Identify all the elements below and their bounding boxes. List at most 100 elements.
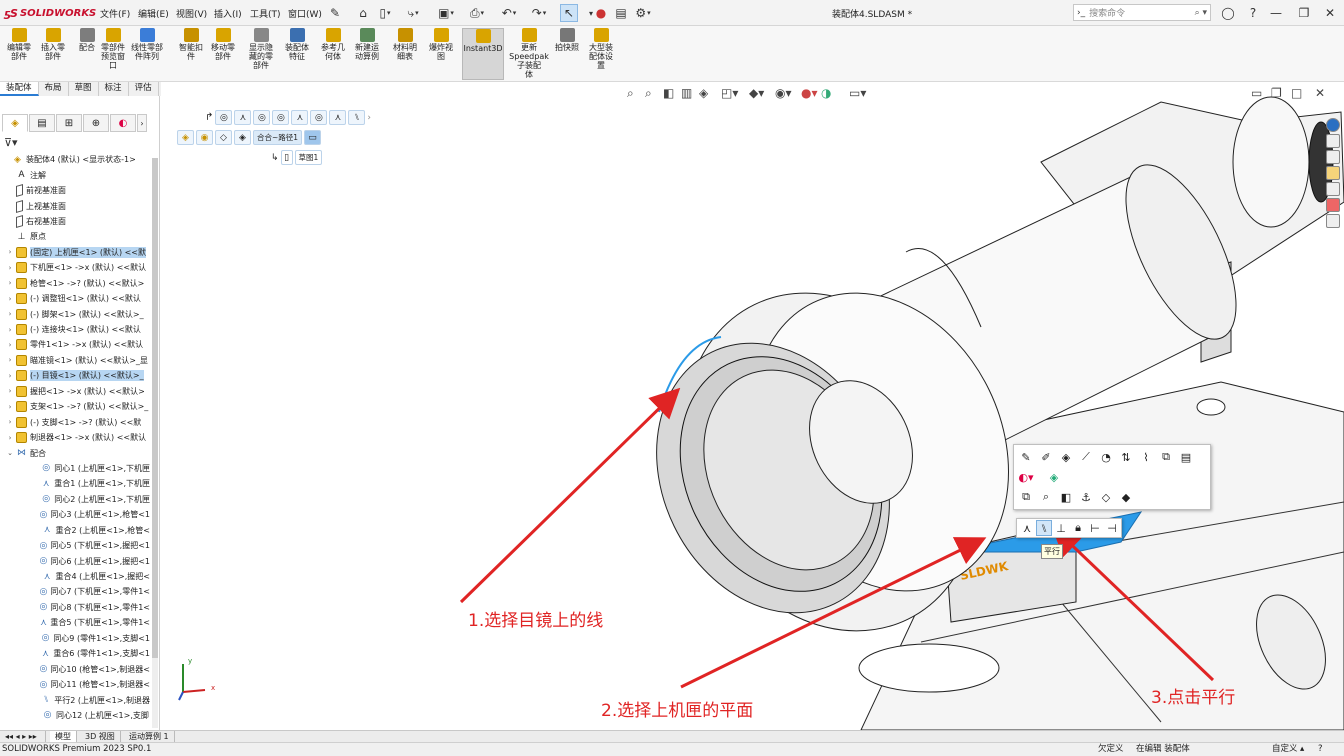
tree-item[interactable]: › 瞄准镜<1> (默认) <<默认>_显: [2, 353, 150, 368]
menu-file[interactable]: 文件(F): [100, 7, 130, 21]
select-icon[interactable]: ↖: [560, 4, 578, 22]
custom-properties-icon[interactable]: [1326, 214, 1340, 228]
graphics-area[interactable]: SLDWK ⌕ ⌕ ◧ ▥ ◈ ◰▾ ◆▾ ◉▾ ●▾ ◑ ▭▾ ▭ ❐ □ ✕…: [161, 82, 1344, 730]
options-icon[interactable]: ⚙ ▾: [634, 4, 652, 22]
menu-window[interactable]: 窗口(W): [288, 7, 322, 21]
tree-item[interactable]: › (-) 连接块<1> (默认) <<默认: [2, 322, 150, 337]
tree-item[interactable]: › (固定) 上机匣<1> (默认) <<默: [2, 245, 150, 260]
tree-item[interactable]: 右视基准面: [2, 214, 150, 229]
zoom-to-fit-icon[interactable]: ⌕: [627, 86, 634, 101]
angle-mate-icon[interactable]: ⊣: [1104, 520, 1120, 536]
tree-item[interactable]: ⊥ 原点: [2, 229, 150, 244]
previous-view-icon[interactable]: ◧: [663, 86, 674, 100]
tree-item[interactable]: ◈ 装配体4 (默认) <显示状态-1>: [2, 152, 150, 167]
file-properties-icon[interactable]: ▤: [612, 4, 630, 22]
close-icon[interactable]: ✕: [1322, 5, 1338, 21]
tree-item[interactable]: › 枪管<1> ->? (默认) <<默认>: [2, 276, 150, 291]
anchor-icon[interactable]: ⚓: [1078, 489, 1094, 505]
command-button-0[interactable]: 编辑零 部件: [4, 28, 34, 61]
expand-toggle-icon[interactable]: ›: [6, 310, 14, 318]
filter-concentric-3-icon[interactable]: ◎: [272, 110, 290, 125]
command-button-5[interactable]: 智能扣 件: [176, 28, 206, 61]
coincident-mate-icon[interactable]: ⋏: [1019, 520, 1035, 536]
command-button-14[interactable]: 更新 Speedpak 子装配 体: [509, 28, 549, 79]
command-tab-0[interactable]: 装配体: [0, 82, 39, 96]
display-manager-tab-icon[interactable]: ◐: [110, 114, 136, 132]
isolate-icon[interactable]: ◔: [1098, 449, 1114, 465]
filter-concentric-2-icon[interactable]: ◎: [253, 110, 271, 125]
tree-item[interactable]: ◎ 同心11 (枪管<1>,制退器<: [2, 677, 150, 692]
solidworks-resources-icon[interactable]: [1326, 118, 1340, 132]
command-button-12[interactable]: 爆炸视 图: [426, 28, 456, 61]
expand-toggle-icon[interactable]: ⌄: [6, 449, 14, 457]
tree-item[interactable]: ⑊ 平行2 (上机匣<1>,制退器: [2, 692, 150, 707]
feature-manager-tab-icon[interactable]: ◈: [2, 114, 28, 132]
dimxpert-tab-icon[interactable]: ⊕: [83, 114, 109, 132]
command-tab-3[interactable]: 标注: [98, 82, 129, 96]
command-button-9[interactable]: 参考几 何体: [318, 28, 348, 61]
tree-item[interactable]: ⌄ ⋈ 配合: [2, 445, 150, 460]
command-button-13[interactable]: Instant3D: [462, 28, 504, 80]
menu-insert[interactable]: 插入(I): [214, 7, 242, 21]
tree-item[interactable]: ⋏ 重合6 (零件1<1>,支脚<1: [2, 646, 150, 661]
pin-icon[interactable]: ✎: [326, 4, 344, 22]
breadcrumb-body-icon[interactable]: ◇: [215, 130, 232, 145]
save-icon[interactable]: ▣ ▾: [437, 4, 455, 22]
tree-item[interactable]: ◎ 同心10 (枪管<1>,制退器<: [2, 661, 150, 676]
tree-item[interactable]: A 注解: [2, 167, 150, 182]
expand-toggle-icon[interactable]: ›: [6, 356, 14, 364]
home-icon[interactable]: ⌂: [354, 4, 372, 22]
undo-icon[interactable]: ↶ ▾: [500, 4, 518, 22]
viewport-maximize-icon[interactable]: □: [1291, 86, 1302, 100]
rebuild-icon[interactable]: ●: [592, 4, 610, 22]
expand-toggle-icon[interactable]: ›: [6, 279, 14, 287]
sketch-label[interactable]: 草图1: [294, 150, 323, 165]
parallel-mate-icon[interactable]: ⑊: [1036, 520, 1052, 536]
expand-toggle-icon[interactable]: ›: [6, 418, 14, 426]
tree-item[interactable]: ⋏ 重合2 (上机匣<1>,枪管<: [2, 523, 150, 538]
solidworks-logo[interactable]: ƽS SOLIDWORKS: [4, 5, 96, 21]
menu-view[interactable]: 视图(V): [176, 7, 207, 21]
user-icon[interactable]: ◯: [1220, 5, 1236, 21]
view-mates-icon[interactable]: ⧉: [1158, 449, 1174, 465]
new-document-icon[interactable]: ▯ ▾: [376, 4, 394, 22]
hide-icon[interactable]: ⟋: [1078, 449, 1094, 465]
expand-toggle-icon[interactable]: ›: [6, 295, 14, 303]
appearance-menu-icon[interactable]: ◐▾: [1018, 469, 1034, 485]
tree-item[interactable]: ◎ 同心5 (下机匣<1>,握把<1: [2, 538, 150, 553]
tree-item[interactable]: › 下机匣<1> ->x (默认) <<默认: [2, 260, 150, 275]
help-icon[interactable]: ?: [1245, 5, 1261, 21]
expand-toggle-icon[interactable]: ›: [6, 248, 14, 256]
texture-icon[interactable]: ◈: [1046, 469, 1062, 485]
more-tabs-icon[interactable]: ›: [137, 114, 147, 132]
tree-item[interactable]: ⋏ 重合4 (上机匣<1>,握把<: [2, 569, 150, 584]
filter-coincident-icon[interactable]: ⋏: [234, 110, 252, 125]
transparency-icon[interactable]: ◇: [1098, 489, 1114, 505]
tree-item[interactable]: ◎ 同心6 (上机匣<1>,握把<1: [2, 553, 150, 568]
normal-to-icon[interactable]: ◧: [1058, 489, 1074, 505]
breadcrumb-more-icon[interactable]: ›: [367, 113, 371, 123]
breadcrumb-assembly-icon[interactable]: ◈: [177, 130, 194, 145]
edit-part-icon[interactable]: ✎: [1018, 449, 1034, 465]
scene-icon[interactable]: ◑: [821, 86, 831, 100]
tree-item[interactable]: ⋏ 重合1 (上机匣<1>,下机匣: [2, 476, 150, 491]
dynamic-annotation-icon[interactable]: ◈: [699, 86, 708, 100]
expand-toggle-icon[interactable]: ›: [6, 372, 14, 380]
redo-icon[interactable]: ↷ ▾: [530, 4, 548, 22]
component-properties-icon[interactable]: ◈: [1058, 449, 1074, 465]
expand-toggle-icon[interactable]: ›: [6, 326, 14, 334]
status-help-icon[interactable]: ?: [1318, 743, 1323, 756]
copy-icon[interactable]: ⧉: [1018, 489, 1034, 505]
appearances-icon[interactable]: [1326, 198, 1340, 212]
design-library-icon[interactable]: [1326, 134, 1340, 148]
perpendicular-mate-icon[interactable]: ⊥: [1053, 520, 1069, 536]
tree-item[interactable]: › 支架<1> ->? (默认) <<默认>_: [2, 399, 150, 414]
file-explorer-icon[interactable]: [1326, 150, 1340, 164]
hide-show-icon[interactable]: ◉▾: [775, 86, 792, 100]
search-command-input[interactable]: ›_ 搜索命令 ⌕ ▾: [1073, 4, 1211, 21]
tree-item[interactable]: › 零件1<1> ->x (默认) <<默认: [2, 337, 150, 352]
tree-item[interactable]: ◎ 同心1 (上机匣<1>,下机匣: [2, 461, 150, 476]
property-manager-tab-icon[interactable]: ▤: [29, 114, 55, 132]
folder-icon[interactable]: [1326, 166, 1340, 180]
filter-concentric-4-icon[interactable]: ◎: [310, 110, 328, 125]
